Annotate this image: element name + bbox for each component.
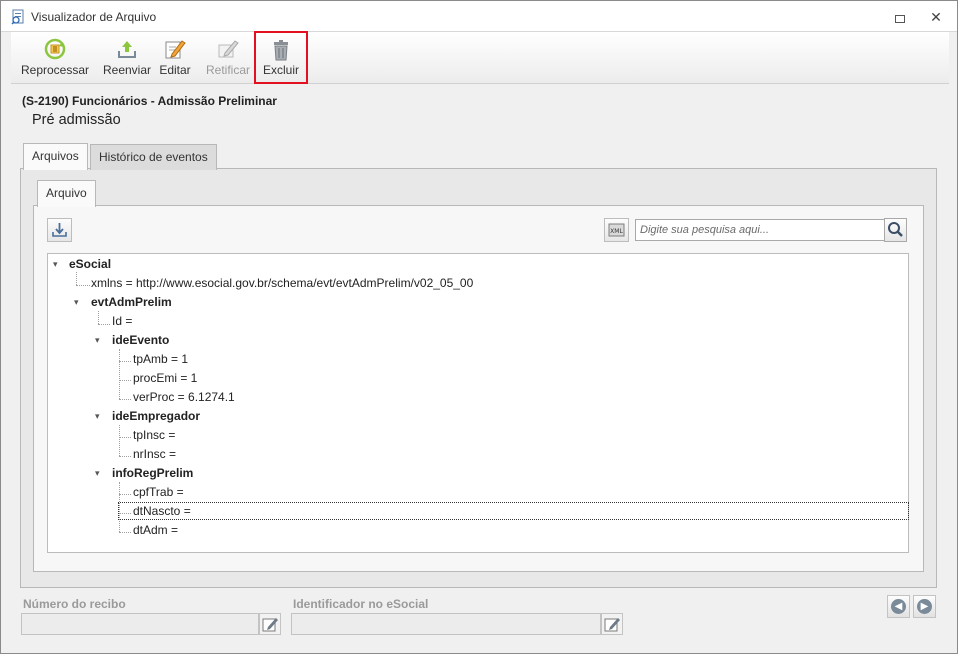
event-subtitle: Pré admissão [32, 112, 121, 128]
xml-view-button[interactable]: XML [604, 218, 629, 242]
retificar-button[interactable]: Retificar [203, 32, 253, 84]
download-icon [52, 223, 67, 237]
title-bar: Visualizador de Arquivo ✕ [1, 1, 957, 32]
expand-arrow-icon[interactable]: ▾ [95, 336, 104, 345]
tree-connector [98, 324, 110, 325]
svg-text:XML: XML [610, 228, 623, 235]
editar-label: Editar [159, 63, 191, 77]
tab-historico-eventos[interactable]: Histórico de eventos [90, 144, 217, 170]
tree-node-id[interactable]: Id = [112, 312, 132, 330]
tree-connector [119, 399, 131, 400]
file-viewer-window: Visualizador de Arquivo ✕ Reprocessar Re… [0, 0, 958, 654]
tree-node-ideempregador[interactable]: ideEmpregador [112, 407, 200, 425]
download-button[interactable] [47, 218, 72, 242]
tree-node-tpamb[interactable]: tpAmb = 1 [133, 350, 188, 368]
arrow-left-icon: ◀ [891, 599, 906, 614]
previous-button[interactable]: ◀ [887, 595, 910, 618]
reenviar-label: Reenviar [102, 63, 152, 77]
reprocess-icon [44, 38, 66, 60]
tree-node-tpinsc[interactable]: tpInsc = [133, 426, 175, 444]
expand-arrow-icon[interactable]: ▾ [53, 260, 62, 269]
tree-connector [119, 425, 120, 456]
reprocessar-button[interactable]: Reprocessar [16, 32, 94, 84]
expand-arrow-icon[interactable]: ▾ [95, 469, 104, 478]
edit-identificador-button[interactable] [601, 613, 623, 635]
excluir-button[interactable]: Excluir [254, 31, 308, 84]
expand-arrow-icon[interactable]: ▾ [95, 412, 104, 421]
tree-node-dtadm[interactable]: dtAdm = [133, 521, 178, 539]
next-button[interactable]: ▶ [913, 595, 936, 618]
tree-connector [76, 272, 77, 285]
selected-row-highlight [118, 502, 909, 520]
window-title: Visualizador de Arquivo [31, 10, 157, 24]
tree-connector [119, 494, 131, 495]
upload-icon [118, 41, 136, 58]
retificar-label: Retificar [205, 63, 250, 77]
edit-icon [604, 618, 620, 632]
tree-node-procemi[interactable]: procEmi = 1 [133, 369, 197, 387]
xml-tree-view[interactable]: ▾ eSocial xmlns = http://www.esocial.gov… [47, 253, 909, 553]
tree-connector [119, 437, 131, 438]
numero-recibo-field [21, 613, 259, 635]
identificador-field [291, 613, 601, 635]
tree-connector [119, 349, 120, 399]
tree-node-xmlns[interactable]: xmlns = http://www.esocial.gov.br/schema… [91, 274, 473, 292]
tree-connector [119, 361, 131, 362]
tree-connector [119, 456, 131, 457]
numero-recibo-label: Número do recibo [23, 597, 126, 611]
tree-node-ideevento[interactable]: ideEvento [112, 331, 169, 349]
excluir-label: Excluir [262, 63, 299, 77]
tree-node-esocial[interactable]: eSocial [69, 255, 111, 273]
search-input[interactable] [635, 219, 885, 241]
close-icon[interactable]: ✕ [928, 9, 944, 25]
tab-arquivos[interactable]: Arquivos [23, 143, 88, 170]
reenviar-button[interactable]: Reenviar [95, 32, 159, 84]
xml-icon: XML [608, 223, 625, 237]
search-button[interactable] [884, 218, 907, 242]
tree-node-nrinsc[interactable]: nrInsc = [133, 445, 176, 463]
tab-arquivo[interactable]: Arquivo [37, 180, 96, 207]
search-icon [888, 222, 903, 237]
rectify-icon [218, 40, 239, 58]
edit-numero-recibo-button[interactable] [259, 613, 281, 635]
arrow-right-icon: ▶ [917, 599, 932, 614]
tree-connector [76, 285, 90, 286]
restore-icon[interactable] [892, 9, 908, 25]
document-viewer-icon [11, 9, 24, 25]
tree-connector [98, 311, 99, 324]
trash-icon [274, 40, 288, 61]
tree-node-verproc[interactable]: verProc = 6.1274.1 [133, 388, 235, 406]
edit-icon [165, 40, 186, 59]
editar-button[interactable]: Editar [157, 32, 193, 84]
tree-connector [119, 532, 131, 533]
event-title: (S-2190) Funcionários - Admissão Prelimi… [22, 94, 277, 108]
tree-connector [119, 380, 131, 381]
tree-node-dtnascto[interactable]: dtNascto = [133, 502, 191, 520]
edit-icon [262, 618, 278, 632]
toolbar: Reprocessar Reenviar Editar Retificar Ex… [11, 31, 949, 84]
tree-node-cpftrab[interactable]: cpfTrab = [133, 483, 184, 501]
expand-arrow-icon[interactable]: ▾ [74, 298, 83, 307]
tree-node-inforegprelim[interactable]: infoRegPrelim [112, 464, 193, 482]
identificador-label: Identificador no eSocial [293, 597, 429, 611]
reprocessar-label: Reprocessar [20, 63, 90, 77]
tree-node-evtadmprelim[interactable]: evtAdmPrelim [91, 293, 172, 311]
